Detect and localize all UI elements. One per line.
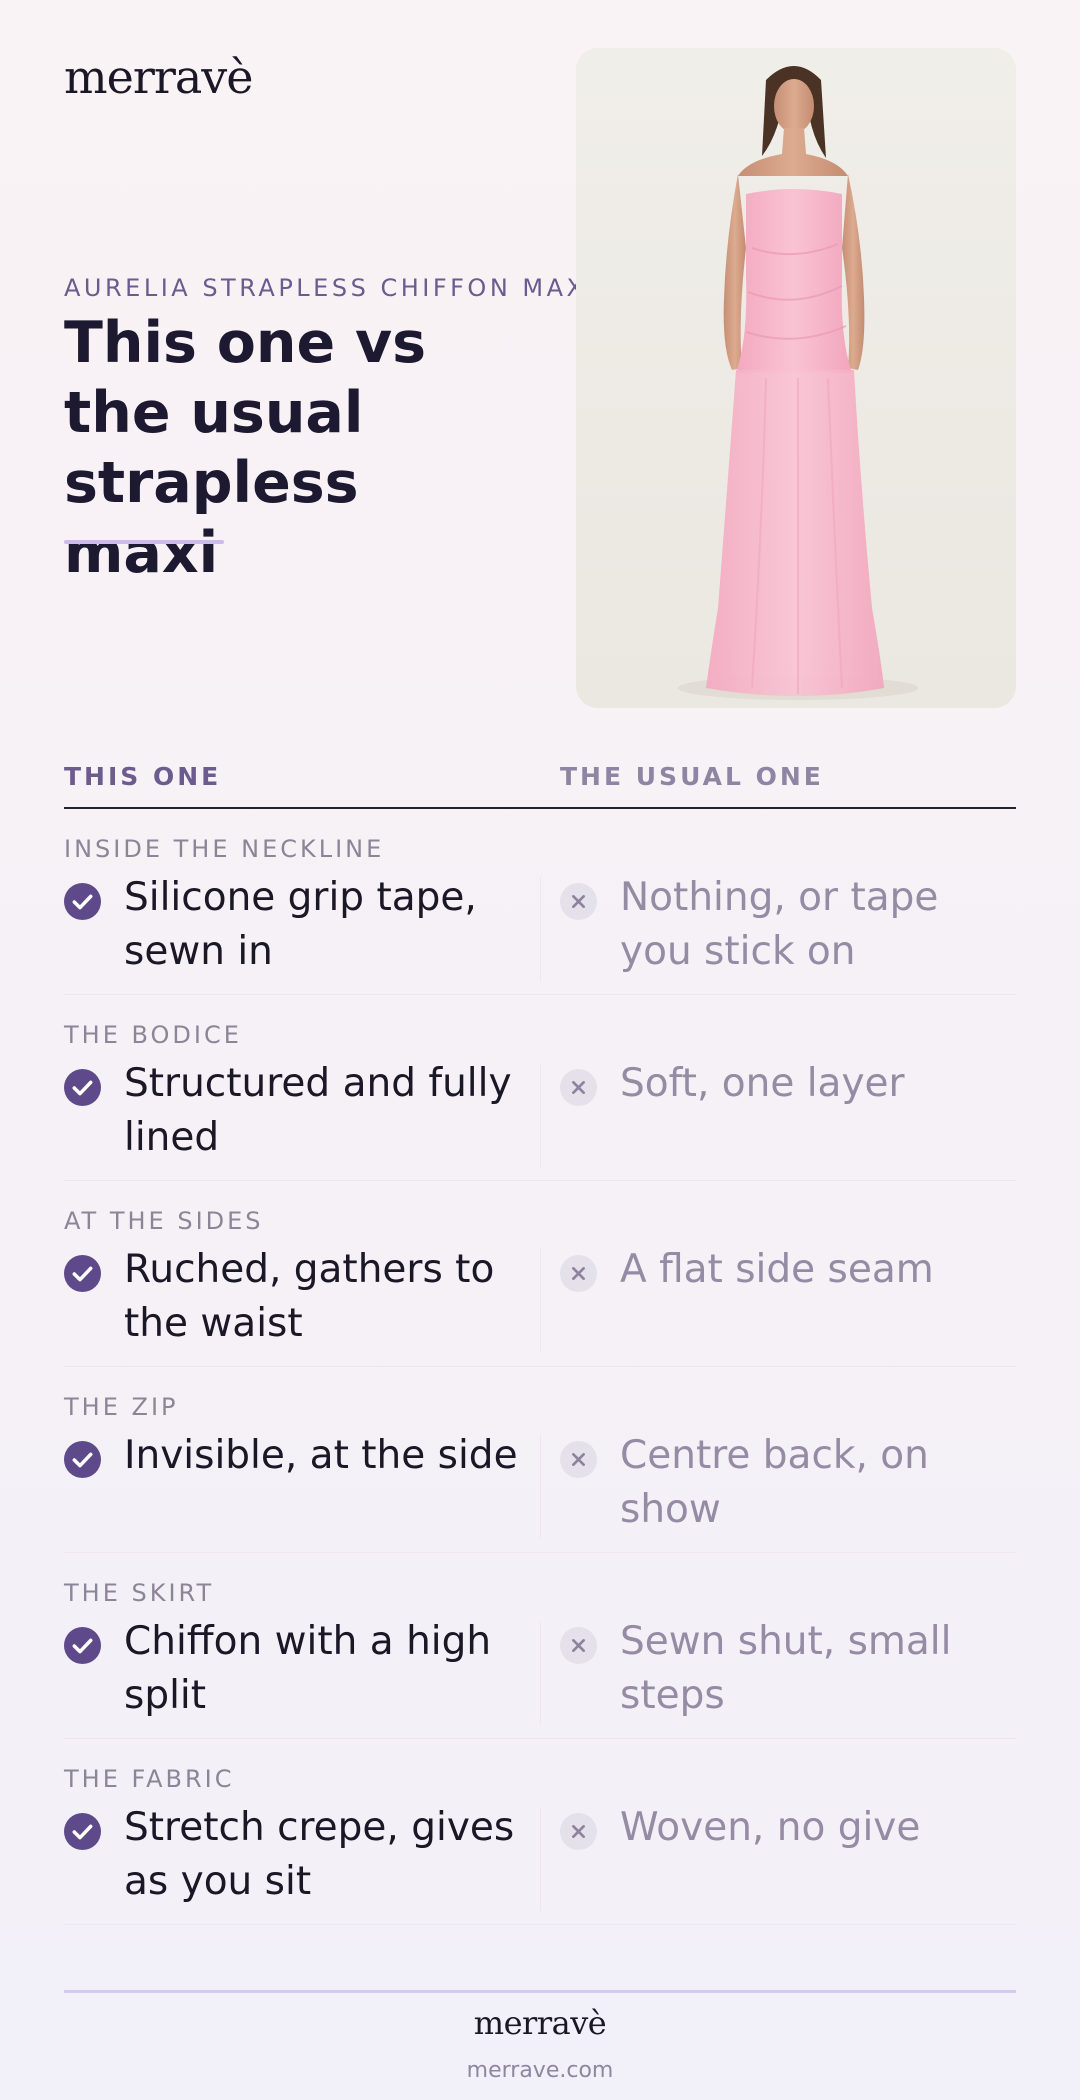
column-divider <box>540 1249 541 1353</box>
row-label: THE FABRIC <box>64 1765 235 1793</box>
comparison-row-bodice: THE BODICE Structured and fully lined So… <box>64 995 1016 1181</box>
this-one-value: Stretch crepe, gives as you sit <box>124 1805 515 1904</box>
product-photo <box>576 48 1016 708</box>
column-divider <box>540 1621 541 1725</box>
this-one-value: Invisible, at the side <box>124 1433 518 1478</box>
row-label: THE BODICE <box>64 1021 242 1049</box>
usual-one-value: Nothing, or tape you stick on <box>620 875 939 974</box>
check-circle-icon <box>64 1627 101 1664</box>
x-circle-icon <box>560 1627 597 1664</box>
this-one-value: Structured and fully lined <box>124 1061 512 1160</box>
comparison-row-fabric: THE FABRIC Stretch crepe, gives as you s… <box>64 1739 1016 1925</box>
check-circle-icon <box>64 1813 101 1850</box>
column-divider <box>540 877 541 981</box>
comparison-row-sides: AT THE SIDES Ruched, gathers to the wais… <box>64 1181 1016 1367</box>
this-one-value: Chiffon with a high split <box>124 1619 492 1718</box>
this-one-value: Ruched, gathers to the waist <box>124 1247 495 1346</box>
footer-rule <box>64 1990 1016 1993</box>
x-circle-icon <box>560 1069 597 1106</box>
x-circle-icon <box>560 1813 597 1850</box>
usual-one-value: Centre back, on show <box>620 1433 929 1532</box>
column-header-this-one: THIS ONE <box>64 762 222 791</box>
page-headline: This one vs the usual strapless maxi <box>64 310 427 586</box>
column-divider <box>540 1063 541 1167</box>
x-circle-icon <box>560 883 597 920</box>
usual-one-value: Sewn shut, small steps <box>620 1619 952 1718</box>
comparison-row-skirt: THE SKIRT Chiffon with a high split Sewn… <box>64 1553 1016 1739</box>
row-label: INSIDE THE NECKLINE <box>64 835 385 863</box>
footer-logo: merravè <box>473 2004 607 2042</box>
row-label: THE SKIRT <box>64 1579 215 1607</box>
x-circle-icon <box>560 1255 597 1292</box>
comparison-row-neckline: INSIDE THE NECKLINE Silicone grip tape, … <box>64 809 1016 995</box>
headline-underline <box>64 540 224 544</box>
usual-one-value: Woven, no give <box>620 1805 921 1850</box>
column-divider <box>540 1435 541 1539</box>
row-label: THE ZIP <box>64 1393 179 1421</box>
this-one-value: Silicone grip tape, sewn in <box>124 875 477 974</box>
column-header-usual-one: THE USUAL ONE <box>560 762 824 791</box>
check-circle-icon <box>64 1441 101 1478</box>
check-circle-icon <box>64 1069 101 1106</box>
row-label: AT THE SIDES <box>64 1207 264 1235</box>
comparison-table: INSIDE THE NECKLINE Silicone grip tape, … <box>64 809 1016 1925</box>
usual-one-value: A flat side seam <box>620 1247 934 1292</box>
brand-logo: merravè <box>64 50 253 104</box>
column-divider <box>540 1807 541 1911</box>
product-name-eyebrow: AURELIA STRAPLESS CHIFFON MAXI <box>64 274 598 302</box>
check-circle-icon <box>64 1255 101 1292</box>
usual-one-value: Soft, one layer <box>620 1061 905 1106</box>
comparison-row-zip: THE ZIP Invisible, at the side Centre ba… <box>64 1367 1016 1553</box>
check-circle-icon <box>64 883 101 920</box>
footer-website-link[interactable]: merrave.com <box>0 2058 1080 2083</box>
x-circle-icon <box>560 1441 597 1478</box>
